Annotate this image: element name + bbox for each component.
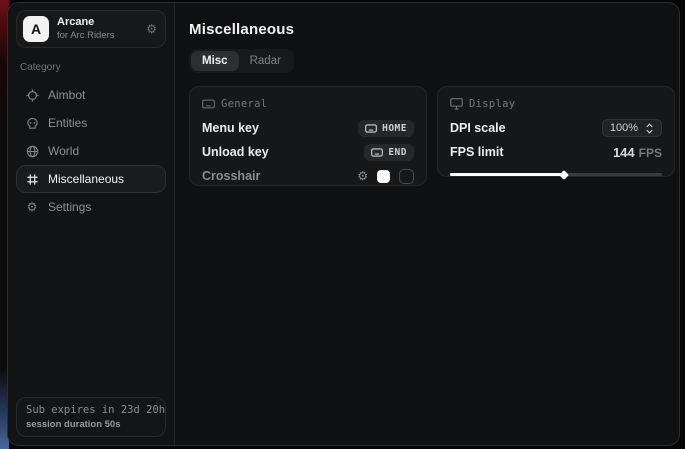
display-card: Display DPI scale 100% [437,86,675,177]
fps-slider-fill [450,173,564,176]
category-label: Category [20,62,162,73]
skull-icon [25,117,39,130]
subscription-card: Sub expires in 23d 20h session duration … [16,397,166,437]
sub-expires-text: Sub expires in 23d 20h [26,404,156,416]
general-card: General Menu key HOME [189,86,427,186]
menu-key-row: Menu key HOME [202,116,414,140]
tab-misc[interactable]: Misc [191,51,239,71]
menu-key-label: Menu key [202,121,259,135]
sidebar-item-label: World [48,144,79,158]
dpi-scale-row: DPI scale 100% [450,116,662,140]
fps-limit-value: 144 FPS [613,145,662,160]
crosshair-checkbox[interactable] [399,169,414,184]
dpi-scale-label: DPI scale [450,121,506,135]
dpi-scale-value: 100% [610,122,638,134]
fps-limit-label: FPS limit [450,145,503,159]
monitor-icon [450,98,463,110]
crosshair-row: Crosshair ⚙ [202,164,414,188]
crosshair-settings-gear-icon[interactable]: ⚙ [357,170,368,182]
sidebar-item-label: Aimbot [48,88,85,102]
sidebar-item-label: Miscellaneous [48,172,124,186]
sidebar: A Arcane for Arc Riders ⚙ Category Aimbo… [8,3,175,445]
unload-key-row: Unload key END [202,140,414,164]
page-title: Miscellaneous [189,21,675,38]
brand-name: Arcane [57,16,138,30]
sidebar-item-settings[interactable]: ⚙ Settings [16,193,166,221]
general-card-title: General [221,98,267,110]
sidebar-nav: Aimbot Entities [16,81,166,221]
keyboard-icon [365,124,377,133]
sidebar-item-world[interactable]: World [16,137,166,165]
sidebar-item-aimbot[interactable]: Aimbot [16,81,166,109]
globe-icon [25,145,39,158]
unload-key-label: Unload key [202,145,269,159]
sidebar-item-label: Entities [48,116,87,130]
brand-card: A Arcane for Arc Riders ⚙ [16,10,166,48]
unload-keybind-button[interactable]: END [364,144,414,161]
tab-bar: Misc Radar [189,49,294,73]
sidebar-item-miscellaneous[interactable]: Miscellaneous [16,165,166,193]
crosshair-label: Crosshair [202,169,260,183]
grid-icon [25,173,39,186]
fps-limit-slider[interactable] [450,167,662,181]
session-duration-text: session duration 50s [26,419,156,430]
fps-slider-thumb[interactable] [560,170,570,180]
gear-icon: ⚙ [25,200,39,214]
dpi-scale-select[interactable]: 100% [602,119,662,137]
gear-icon[interactable]: ⚙ [146,22,157,36]
keyboard-icon [202,99,215,109]
sidebar-item-label: Settings [48,200,91,214]
crosshair-color-swatch[interactable] [377,170,390,183]
app-window: A Arcane for Arc Riders ⚙ Category Aimbo… [7,2,680,446]
screen: A Arcane for Arc Riders ⚙ Category Aimbo… [0,0,685,449]
keyboard-icon [371,148,383,157]
app-logo: A [23,16,49,42]
brand-subtitle: for Arc Riders [57,30,138,42]
tab-radar[interactable]: Radar [239,51,292,71]
menu-keybind-button[interactable]: HOME [358,120,414,137]
fps-limit-row: FPS limit 144 FPS [450,140,662,164]
crosshair-icon [25,89,39,102]
chevron-up-down-icon [645,123,654,134]
sidebar-item-entities[interactable]: Entities [16,109,166,137]
main-panel: Miscellaneous Misc Radar General [175,3,680,445]
display-card-title: Display [469,98,515,110]
